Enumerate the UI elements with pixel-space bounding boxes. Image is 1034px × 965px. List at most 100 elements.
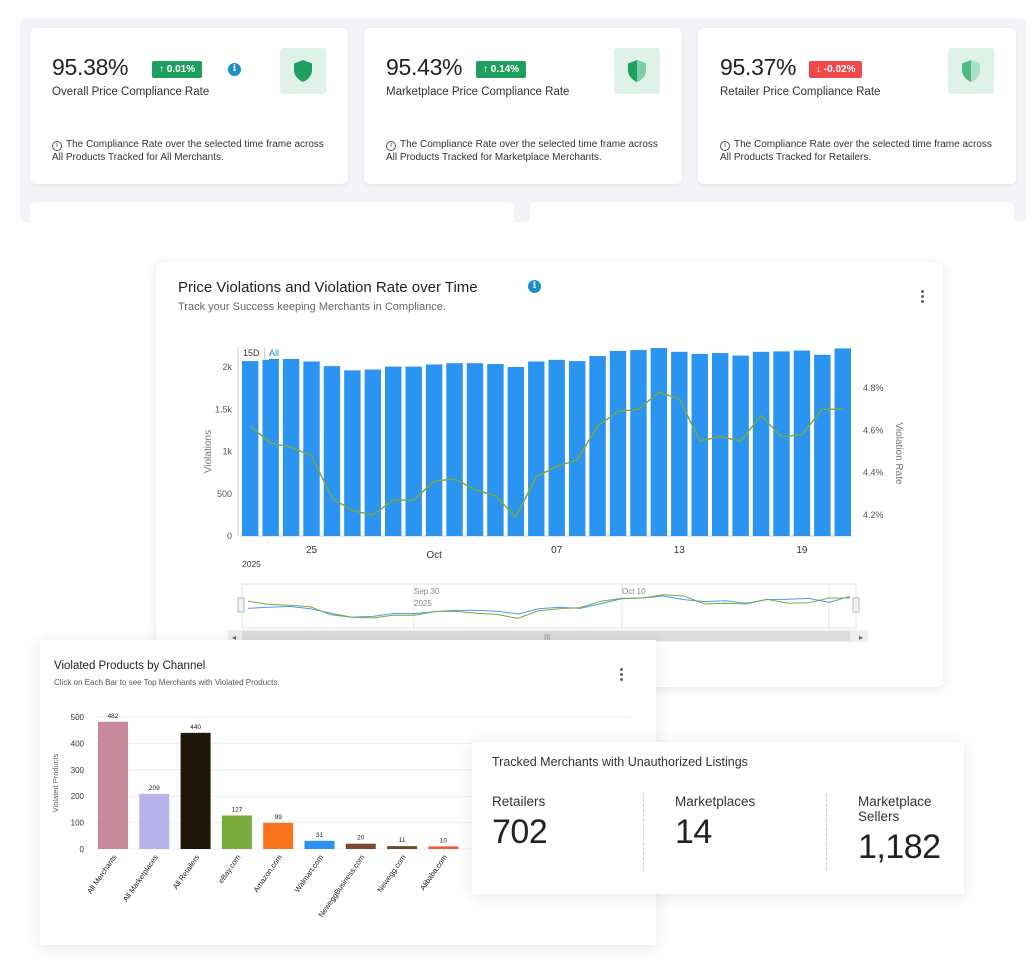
more-menu-icon[interactable] [620, 668, 624, 683]
card-stub [30, 202, 514, 222]
kpi-change-badge: ↓ -0.02% [809, 61, 863, 78]
kpi-note-text: The Compliance Rate over the selected ti… [720, 139, 992, 163]
kpi-note-text: The Compliance Rate over the selected ti… [52, 139, 324, 163]
stat-label: Retailers [492, 794, 546, 809]
stat-value: 702 [492, 813, 548, 851]
navigator-handle-left [237, 597, 245, 613]
bar-value-label: 99 [275, 814, 283, 821]
violation-bar [630, 350, 647, 536]
stat-label: Marketplace Sellers [858, 794, 932, 824]
violation-bar [568, 361, 586, 536]
x-year-label: 2025 [242, 559, 261, 569]
chart-subtitle: Track your Success keeping Merchants in … [178, 301, 446, 313]
navigator-label: 2025 [414, 599, 432, 608]
y-tick-label: 0 [227, 531, 232, 541]
category-label: Newegg.com [375, 853, 407, 894]
violation-bar [262, 359, 279, 536]
violation-bar [242, 361, 259, 536]
navigator-handle-right [852, 597, 860, 613]
bar-value-label: 482 [108, 713, 119, 720]
violation-bar [650, 347, 668, 536]
kpi-change-badge: ↑ 0.01% [152, 61, 203, 78]
shield-icon [280, 48, 326, 94]
info-outline-icon: i [720, 141, 730, 151]
bar-value-label: 440 [190, 724, 201, 731]
shield-icon [614, 48, 660, 94]
violation-bar [323, 366, 341, 536]
violation-bar [814, 354, 831, 536]
stat-value: 14 [675, 813, 712, 851]
category-label: All Retailers [171, 853, 201, 891]
info-icon[interactable]: i [228, 63, 241, 76]
bar-value-label: 11 [399, 837, 406, 844]
y-axis-title: Violations [203, 430, 214, 473]
kpi-label: Overall Price Compliance Rate [52, 86, 210, 98]
bar-value-label: 20 [357, 835, 365, 842]
category-label: Walmart.com [293, 853, 326, 894]
y-tick-label: 300 [71, 766, 85, 775]
tracked-merchants-card: Tracked Merchants with Unauthorized List… [472, 742, 964, 894]
violation-bar [487, 364, 504, 536]
violation-bar [589, 356, 606, 536]
violation-bar [303, 361, 320, 536]
chart-title: Violated Products by Channel [54, 660, 206, 672]
channel-bar [139, 793, 170, 849]
stat-retailers: Retailers 702 [492, 794, 548, 852]
stat-label: Marketplaces [675, 794, 756, 809]
kpi-card-overall: 95.38% ↑ 0.01% i Overall Price Complianc… [30, 28, 348, 184]
stat-marketplaces: Marketplaces 14 [675, 794, 755, 852]
channel-bar [387, 846, 418, 849]
violation-bar [773, 351, 790, 536]
info-outline-icon: i [52, 141, 62, 151]
range-divider [264, 348, 265, 359]
violations-chart: 0 500 1k 1.5k 2k 4.2% 4.4% 4.6% 4.8% Violations Vi… [203, 347, 904, 642]
y-tick-label: 1k [222, 447, 232, 457]
kpi-note-text: The Compliance Rate over the selected ti… [386, 139, 658, 163]
bar-value-label: 209 [149, 785, 160, 792]
category-label: Amazon.com [251, 853, 283, 894]
channel-bar [221, 815, 252, 849]
kpi-note: i The Compliance Rate over the selected t… [386, 138, 671, 164]
card-stub [530, 202, 1014, 222]
x-tick-label: 19 [796, 545, 808, 556]
y2-tick-label: 4.2% [863, 510, 884, 520]
channel-bar [304, 840, 335, 849]
channel-bar [263, 822, 294, 849]
channel-bar [180, 732, 211, 849]
chart-subtitle: Click on Each Bar to see Top Merchants w… [54, 678, 280, 687]
violation-bar [446, 363, 463, 536]
y2-tick-label: 4.6% [863, 425, 884, 435]
x-tick-label: Oct [426, 550, 442, 561]
range-button-15d[interactable]: 15D [243, 348, 260, 358]
category-label: All Marketplaces [121, 853, 160, 903]
violations-chart-card: 0 500 1k 1.5k 2k 4.2% 4.4% 4.6% 4.8% Violations Vi… [156, 262, 943, 687]
bar-value-label: 31 [316, 832, 324, 839]
violation-bar [405, 366, 422, 536]
y-tick-label: 200 [71, 792, 85, 801]
card-title: Tracked Merchants with Unauthorized List… [492, 755, 748, 769]
violation-bar [671, 351, 688, 536]
category-label: All Merchants [85, 853, 119, 896]
y-tick-label: 400 [71, 739, 85, 748]
violation-bar [752, 351, 770, 536]
y-tick-label: 0 [80, 845, 85, 854]
y-tick-label: 500 [71, 713, 85, 722]
column-divider [643, 794, 644, 870]
kpi-note: i The Compliance Rate over the selected t… [720, 138, 1005, 164]
info-icon[interactable]: i [528, 280, 541, 293]
channel-bar [428, 846, 459, 849]
channel-bar [98, 721, 128, 849]
violation-bar [609, 350, 627, 536]
shield-icon [948, 48, 994, 94]
navigator-label: Sep 30 [414, 587, 440, 596]
x-tick-label: 07 [551, 545, 563, 556]
y2-tick-label: 4.8% [863, 383, 884, 393]
navigator-frame [241, 583, 857, 629]
bar-value-label: 127 [231, 806, 242, 813]
violation-bar [425, 364, 443, 536]
violation-bar [385, 366, 402, 536]
violation-bar [793, 350, 811, 536]
more-menu-icon[interactable] [921, 290, 925, 305]
kpi-value: 95.38% [52, 54, 129, 80]
range-button-all[interactable]: All [269, 348, 280, 360]
